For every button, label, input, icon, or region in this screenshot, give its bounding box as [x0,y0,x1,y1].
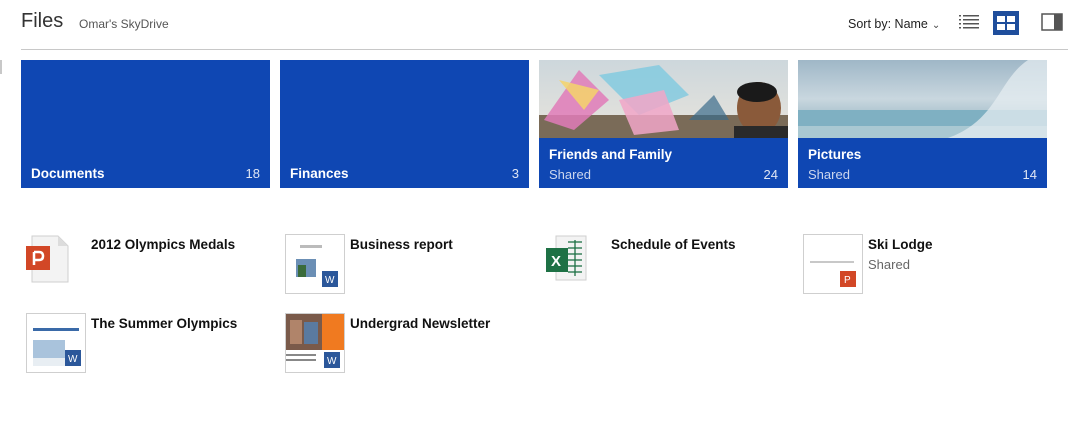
file-name: Ski Lodge [868,237,933,252]
file-name: Schedule of Events [611,237,736,252]
folder-count: 24 [763,167,778,182]
folder-count: 3 [511,166,519,181]
word-icon: W [33,328,81,366]
file-item-schedule-of-events[interactable]: X Schedule of Events [546,234,786,296]
svg-text:X: X [551,253,561,270]
folder-shared-status: Shared [808,167,850,182]
sort-dropdown[interactable]: Sort by: Name ⌄ [848,17,940,31]
list-view-icon[interactable] [959,14,979,30]
svg-text:W: W [325,275,335,286]
excel-icon: X [546,235,587,281]
file-item-the-summer-olympics[interactable]: W The Summer Olympics [26,313,266,375]
folder-count: 14 [1022,167,1037,182]
folder-count: 18 [245,166,260,181]
details-pane-icon[interactable] [1041,13,1063,31]
svg-text:W: W [327,356,337,367]
folder-name: Documents [31,166,105,181]
chevron-down-icon: ⌄ [931,20,941,31]
file-item-ski-lodge[interactable]: P Ski Lodge Shared [803,234,1043,296]
folder-name: Pictures [808,147,862,162]
folder-cover-photo [539,60,788,138]
document-thumbnail: W [285,234,345,294]
file-shared-status: Shared [868,257,910,272]
page-title: Files [21,10,64,32]
file-item-undergrad-newsletter[interactable]: W Undergrad Newsletter [285,313,525,375]
document-thumbnail: W [285,313,345,373]
word-icon: W [286,314,344,368]
sort-label: Sort by: Name [848,17,928,31]
file-item-business-report[interactable]: W Business report [285,234,525,296]
svg-text:W: W [68,354,78,365]
header-divider [21,49,1068,50]
file-name: Undergrad Newsletter [350,316,491,331]
file-name: The Summer Olympics [91,316,238,331]
folder-shared-status: Shared [549,167,591,182]
document-thumbnail: P [803,234,863,294]
folder-name: Finances [290,166,349,181]
powerpoint-icon: P [810,261,856,287]
scroll-edge-marker [0,60,2,74]
folder-tile-documents[interactable]: Documents 18 [21,60,270,188]
powerpoint-icon [26,235,69,283]
thumbnail-view-button[interactable] [993,11,1019,35]
file-name: Business report [350,237,453,252]
folder-cover-photo [798,60,1047,138]
word-icon: W [296,245,338,287]
location-breadcrumb[interactable]: Omar's SkyDrive [79,17,169,31]
svg-text:P: P [844,275,851,286]
document-thumbnail: W [26,313,86,373]
tiles-view-icon [997,16,1015,30]
folder-tile-finances[interactable]: Finances 3 [280,60,529,188]
file-item-2012-olympics-medals[interactable]: 2012 Olympics Medals [26,234,266,296]
file-name: 2012 Olympics Medals [91,237,236,252]
app-header: Files Omar's SkyDrive Sort by: Name ⌄ [0,0,1068,50]
folder-name: Friends and Family [549,147,673,162]
folder-tile-friends-and-family[interactable]: Friends and Family Shared 24 [539,60,788,188]
folder-tile-pictures[interactable]: Pictures Shared 14 [798,60,1047,188]
